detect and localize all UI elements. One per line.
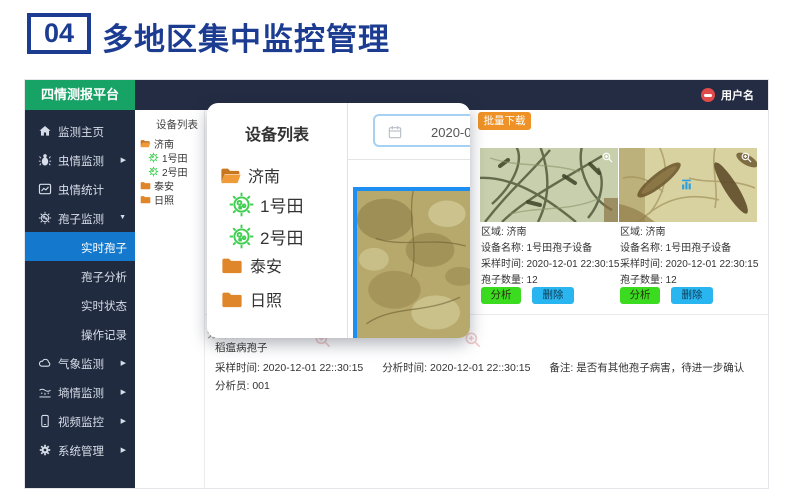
sidebar-item-monitor-home[interactable]: 监测主页 [25,116,135,145]
analyze-button[interactable]: 分析 [481,287,521,304]
popup-tree-node-field1[interactable]: 1号田 [228,190,303,218]
analysis-chart-icon[interactable] [681,178,694,191]
detail-sample-time: 采样时间: 2020-12-01 22::30:15 [215,362,363,374]
device-list-title: 设备列表 [156,117,198,132]
zoom-callout-popup: 设备列表 济南 1号田 2号田 泰安 日照 [207,103,470,338]
folder-icon [221,256,243,275]
spore-icon [148,166,159,177]
sidebar-item-spore-monitor[interactable]: 孢子监测 ▼ [25,203,135,232]
card-sample-time: 采样时间: 2020-12-01 22:30:15 [481,255,619,270]
card-sample-time: 采样时间: 2020-12-01 22:30:15 [620,255,758,270]
sidebar-item-insect-monitor[interactable]: 虫情监测 ▶ [25,145,135,174]
popup-tree-node-jinan[interactable]: 济南 [220,163,280,187]
app-logo: 四情测报平台 [25,80,135,110]
spore-icon [38,211,52,225]
date-picker-input[interactable]: 2020-02 [373,114,470,147]
spore-icon [228,223,255,250]
tree-node-jinan[interactable]: 济南 [140,136,174,150]
section-number-badge: 04 [27,13,91,54]
chevron-right-icon: ▶ [121,388,126,396]
spore-sample-card: 区域: 济南 设备名称: 1号田孢子设备 采样时间: 2020-12-01 22… [619,148,757,222]
detail-times-row: 采样时间: 2020-12-01 22::30:15 分析时间: 2020-12… [215,360,760,375]
sidebar-item-weather-monitor[interactable]: 气象监测 ▶ [25,348,135,377]
tree-node-rizhao[interactable]: 日照 [140,192,174,206]
popup-tree-node-rizhao[interactable]: 日照 [221,287,282,311]
username-label: 用户名 [721,87,754,103]
delete-button[interactable]: 删除 [671,287,713,304]
card-spore-count: 孢子数量: 12 [620,271,677,286]
folder-icon [140,194,151,205]
chevron-right-icon: ▶ [121,156,126,164]
zoom-in-icon[interactable] [740,151,753,164]
spore-microscope-image[interactable] [619,148,757,222]
popup-divider [347,103,348,338]
card-region: 区域: 济南 [620,223,666,238]
card-device-name: 设备名称: 1号田孢子设备 [620,239,731,254]
detail-analysis-time: 分析时间: 2020-12-01 22::30:15 [382,362,530,374]
sidebar-item-spore-analysis[interactable]: 孢子分析 [25,261,135,290]
folder-icon [221,290,243,309]
user-avatar-icon [701,88,715,102]
sidebar-item-operation-log[interactable]: 操作记录 [25,319,135,348]
chevron-right-icon: ▶ [121,359,126,367]
chart-icon [38,182,52,196]
popup-tree-node-taian[interactable]: 泰安 [221,253,282,277]
chevron-right-icon: ▶ [121,446,126,454]
home-icon [38,124,52,138]
sidebar-item-system-admin[interactable]: 系统管理 ▶ [25,435,135,464]
folder-open-icon [140,138,151,149]
batch-download-button[interactable]: 批量下载 [478,112,531,130]
cloud-icon [38,356,52,370]
soil-icon [38,385,52,399]
card-spore-count: 孢子数量: 12 [481,271,538,286]
date-value: 2020-02 [431,125,470,140]
tree-node-field1[interactable]: 1号田 [148,150,188,164]
popup-device-list-title: 设备列表 [207,121,347,145]
chevron-right-icon: ▶ [121,417,126,425]
detail-remark: 备注: 是否有其他孢子病害，待进一步确认 [549,362,744,374]
detail-analyst: 分析员: 001 [215,378,270,393]
sidebar-item-realtime-status[interactable]: 实时状态 [25,290,135,319]
spore-microscope-image[interactable] [480,148,618,222]
card-device-name: 设备名称: 1号田孢子设备 [481,239,592,254]
slide-canvas: 04 多地区集中监控管理 四情测报平台 用户名 监测主页 虫情监测 ▶ [0,0,790,502]
popup-microscope-image[interactable] [353,187,470,338]
folder-open-icon [220,166,242,185]
delete-button[interactable]: 删除 [532,287,574,304]
zoom-in-icon[interactable] [601,151,614,164]
gear-icon [38,443,52,457]
detail-spore-name: 稻瘟病孢子 [215,340,268,355]
device-list-panel: 设备列表 济南 1号田 2号田 泰安 日照 [135,110,205,488]
chevron-down-icon: ▼ [119,214,126,221]
sidebar-nav: 监测主页 虫情监测 ▶ 虫情统计 孢子监测 ▼ 实时孢子 孢子分析 [25,110,135,488]
analyze-button[interactable]: 分析 [620,287,660,304]
tree-node-field2[interactable]: 2号田 [148,164,188,178]
app-window: 四情测报平台 用户名 监测主页 虫情监测 ▶ 虫情统计 [25,80,768,488]
sidebar-item-insect-stats[interactable]: 虫情统计 [25,174,135,203]
page-title: 多地区集中监控管理 [102,14,390,59]
folder-icon [140,180,151,191]
spore-icon [228,191,255,218]
sidebar-item-realtime-spore[interactable]: 实时孢子 [25,232,135,261]
card-region: 区域: 济南 [481,223,527,238]
spore-icon [148,152,159,163]
popup-divider [348,159,470,160]
user-menu[interactable]: 用户名 [701,80,754,110]
sidebar-item-soil-moisture[interactable]: 墒情监测 ▶ [25,377,135,406]
bug-icon [38,153,52,167]
sidebar-item-video-monitor[interactable]: 视频监控 ▶ [25,406,135,435]
calendar-icon [387,124,403,140]
popup-tree-node-field2[interactable]: 2号田 [228,222,303,250]
video-icon [38,414,52,428]
spore-sample-card: 区域: 济南 设备名称: 1号田孢子设备 采样时间: 2020-12-01 22… [480,148,618,222]
tree-node-taian[interactable]: 泰安 [140,178,174,192]
